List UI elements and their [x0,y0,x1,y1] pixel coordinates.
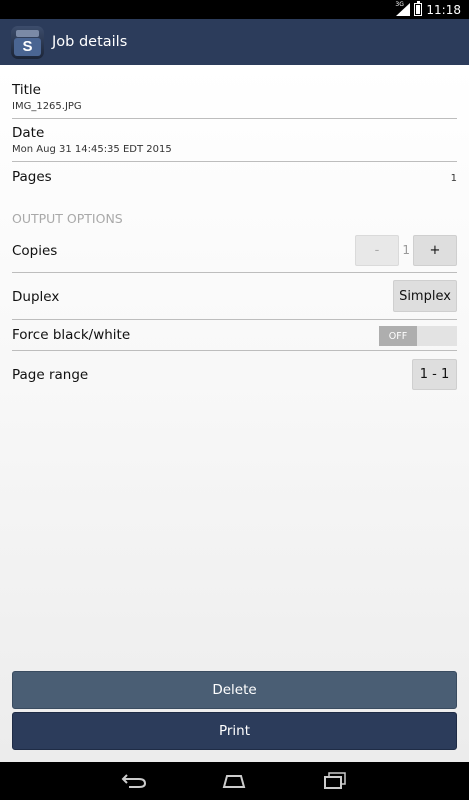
print-button[interactable]: Print [12,712,457,750]
duplex-row: Duplex Simplex [12,280,457,312]
title-value: IMG_1265.JPG [12,101,82,112]
force-bw-label: Force black/white [12,327,131,343]
page-range-label: Page range [12,367,89,383]
force-bw-row: Force black/white OFF [12,325,457,347]
divider [12,350,457,351]
clock: 11:18 [426,2,461,17]
navigation-bar [0,762,469,800]
copies-row: Copies - 1 + [12,235,457,267]
signal-icon: 3G [395,1,411,16]
title-row: Title IMG_1265.JPG [12,82,457,112]
network-type: 3G [395,1,404,8]
pages-value: 1 [450,173,457,184]
copies-decrement-button[interactable]: - [355,235,399,266]
divider [12,272,457,273]
duplex-label: Duplex [12,289,60,305]
date-row: Date Mon Aug 31 14:45:35 EDT 2015 [12,125,457,155]
delete-button[interactable]: Delete [12,671,457,709]
toggle-state: OFF [379,326,417,346]
duplex-select-button[interactable]: Simplex [393,280,457,312]
divider [12,161,457,162]
status-bar: 3G 11:18 [0,0,469,19]
title-label: Title [12,82,41,98]
page-range-row: Page range 1 - 1 [12,359,457,390]
copies-label: Copies [12,243,58,259]
divider [12,118,457,119]
pages-row: Pages 1 [12,169,457,189]
divider [12,319,457,320]
home-icon[interactable] [214,768,254,794]
recent-apps-icon[interactable] [315,768,355,794]
battery-icon [414,1,423,16]
force-bw-toggle[interactable]: OFF [379,326,457,346]
job-details-content: Title IMG_1265.JPG Date Mon Aug 31 14:45… [0,65,469,762]
copies-increment-button[interactable]: + [413,235,457,266]
pages-label: Pages [12,169,52,185]
page-title: Job details [52,34,128,50]
app-icon-letter: S [14,37,41,56]
app-icon[interactable]: S [11,25,44,59]
output-options-header: OUTPUT OPTIONS [12,211,123,226]
back-icon[interactable] [114,768,154,794]
action-bar: S Job details [0,19,469,65]
page-range-button[interactable]: 1 - 1 [412,359,457,390]
date-value: Mon Aug 31 14:45:35 EDT 2015 [12,144,172,155]
copies-count: 1 [402,243,410,257]
date-label: Date [12,125,45,141]
